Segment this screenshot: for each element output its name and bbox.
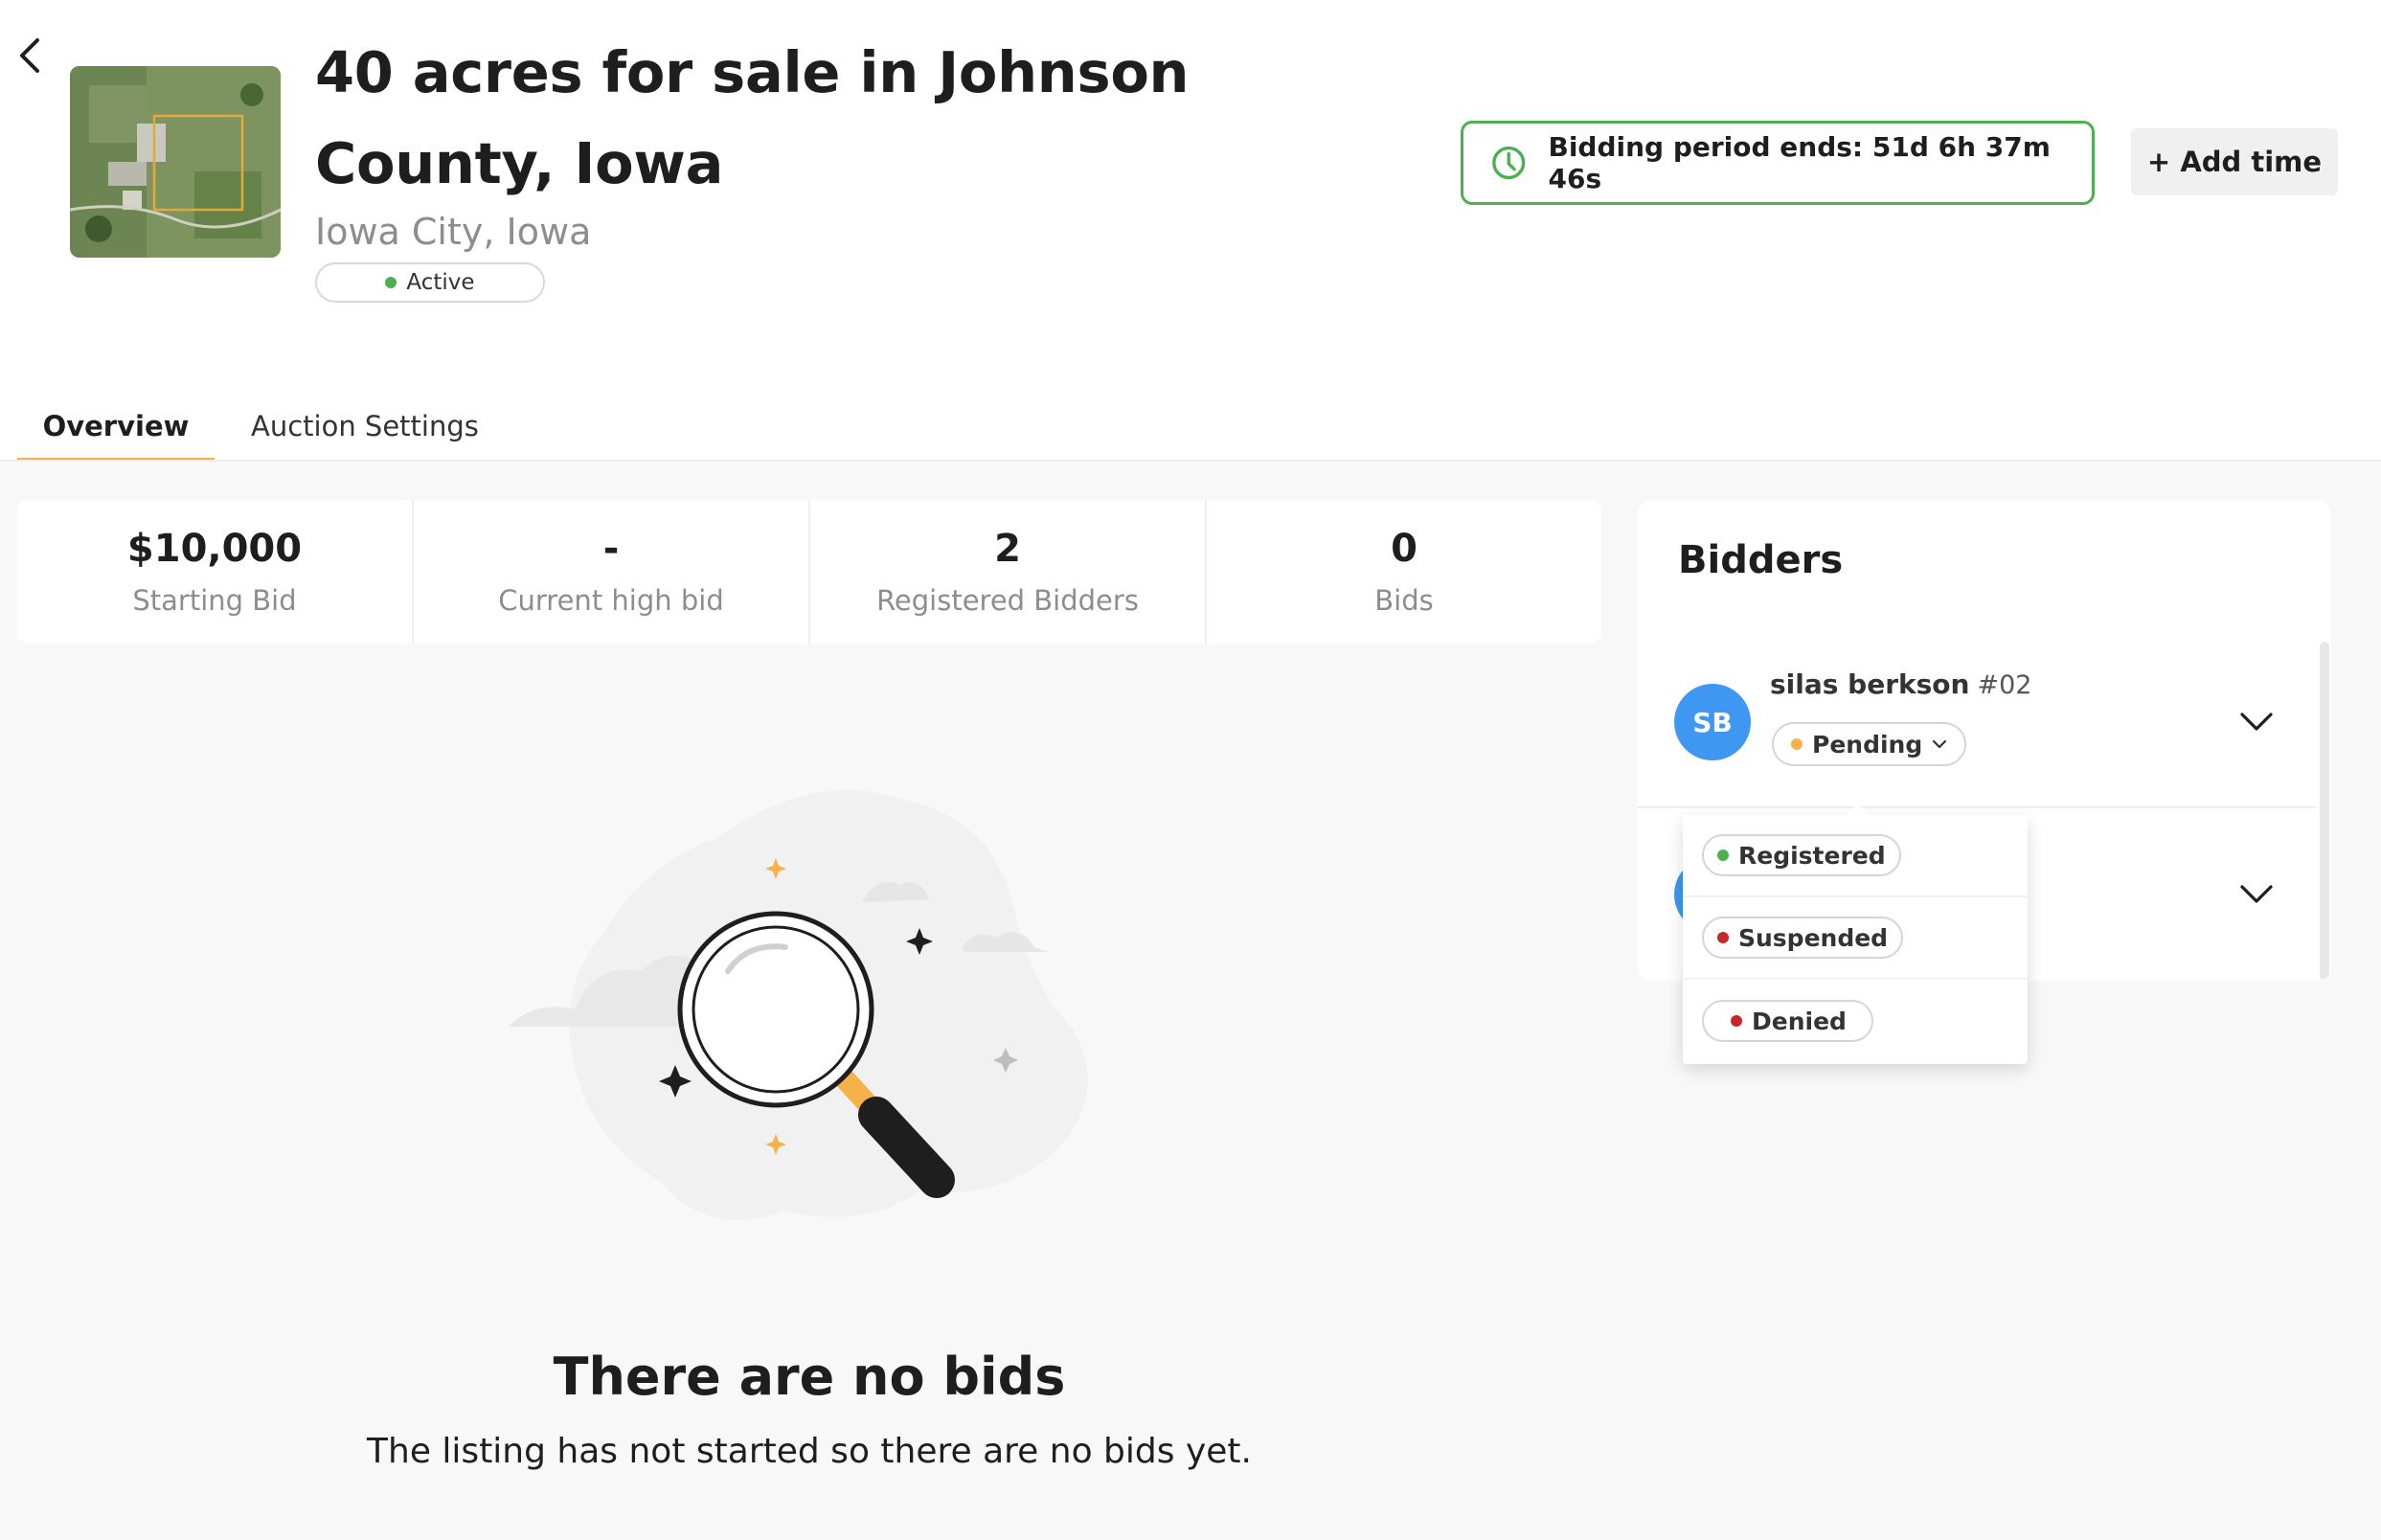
stat-starting-bid: $10,000 Starting Bid <box>17 500 414 644</box>
listing-thumbnail <box>70 66 281 258</box>
status-dot <box>1717 849 1729 861</box>
status-option-label: Denied <box>1752 1007 1847 1035</box>
stat-value: 2 <box>994 527 1021 571</box>
tab-overview[interactable]: Overview <box>17 402 215 462</box>
stat-value: - <box>602 527 620 571</box>
bidder-name-text: silas berkson <box>1770 668 1970 700</box>
listing-status-badge: Active <box>315 262 545 303</box>
tab-bar: Overview Auction Settings <box>17 402 515 462</box>
add-time-button[interactable]: + Add time <box>2131 128 2338 195</box>
timer-label: Bidding period ends: 51d 6h 37m 46s <box>1548 131 2051 194</box>
status-dot <box>1791 738 1803 750</box>
bidder-row[interactable]: SB silas berkson #02 Pending <box>1638 638 2316 808</box>
stats-bar: $10,000 Starting Bid - Current high bid … <box>17 500 1601 644</box>
tab-auction-settings[interactable]: Auction Settings <box>215 402 515 462</box>
chevron-down-icon <box>2240 885 2273 903</box>
status-option-registered[interactable]: Registered <box>1683 815 2028 897</box>
clock-icon <box>1492 146 1526 180</box>
status-option-label: Suspended <box>1738 923 1889 952</box>
status-option-denied[interactable]: Denied <box>1683 980 2028 1062</box>
bidder-number: #02 <box>1977 670 2032 700</box>
stat-label: Current high bid <box>498 584 724 617</box>
empty-state-subtitle: The listing has not started so there are… <box>367 1432 1252 1471</box>
status-option-pill: Registered <box>1702 834 1901 876</box>
stat-label: Bids <box>1374 584 1434 617</box>
empty-state-title: There are no bids <box>553 1347 1066 1407</box>
status-label: Pending <box>1812 730 1923 759</box>
stat-bids: 0 Bids <box>1207 500 1601 644</box>
status-option-pill: Suspended <box>1702 917 1904 959</box>
stat-label: Starting Bid <box>132 584 297 617</box>
listing-header: 40 acres for sale in Johnson County, Iow… <box>0 0 2381 462</box>
chevron-left-icon <box>20 38 39 73</box>
chevron-down-icon <box>2240 713 2273 731</box>
stat-current-high-bid: - Current high bid <box>414 500 810 644</box>
listing-location: Iowa City, Iowa <box>315 211 592 253</box>
status-option-label: Registered <box>1738 841 1886 870</box>
bidders-scrollbar[interactable] <box>2320 642 2329 981</box>
bidders-title: Bidders <box>1678 538 1844 582</box>
avatar: SB <box>1674 684 1751 760</box>
status-label: Active <box>406 270 475 295</box>
bidder-status-select[interactable]: Pending <box>1772 722 1967 766</box>
stat-value: $10,000 <box>126 527 303 571</box>
status-option-pill: Denied <box>1702 1000 1873 1042</box>
bidding-timer: Bidding period ends: 51d 6h 37m 46s <box>1461 121 2095 205</box>
stat-value: 0 <box>1391 527 1417 571</box>
status-dropdown-menu: Registered Suspended Denied <box>1683 804 2028 1064</box>
chevron-down-icon <box>1933 739 1947 749</box>
stat-label: Registered Bidders <box>876 584 1139 617</box>
status-option-suspended[interactable]: Suspended <box>1683 897 2028 980</box>
back-button[interactable] <box>8 29 50 82</box>
listing-title: 40 acres for sale in Johnson County, Iow… <box>315 39 1190 196</box>
bidder-name: silas berkson #02 <box>1770 668 2031 700</box>
stat-registered-bidders: 2 Registered Bidders <box>810 500 1207 644</box>
expand-bidder-button[interactable] <box>2235 873 2278 916</box>
status-dot <box>1717 932 1729 943</box>
status-dot <box>1731 1015 1742 1027</box>
expand-bidder-button[interactable] <box>2235 701 2278 743</box>
magnifier-empty-illustration <box>508 790 1088 1220</box>
status-dot <box>385 277 397 288</box>
